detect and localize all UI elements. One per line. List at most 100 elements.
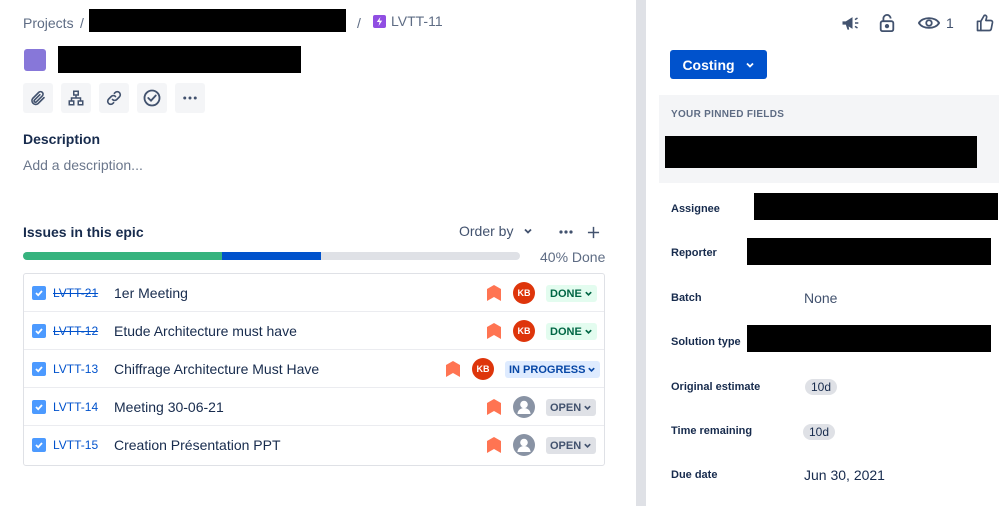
progress-done-segment (23, 252, 222, 260)
restrictions-button[interactable] (878, 12, 896, 34)
issue-view: Projects / / LVTT-11 Description Add a d… (0, 0, 999, 506)
epic-progress-bar (23, 252, 520, 260)
list-item[interactable]: LVTT-15 Creation Présentation PPT OPEN (24, 426, 604, 464)
chevron-down-icon (584, 405, 591, 410)
breadcrumb-separator: / (80, 15, 84, 31)
epic-issue-list: LVTT-21 1er Meeting KB DONE LVTT-12 Etud… (23, 273, 605, 466)
watch-eye-icon (918, 17, 940, 29)
order-by-label: Order by (459, 223, 514, 239)
add-child-issue-button[interactable] (61, 83, 91, 113)
priority-icon (487, 437, 501, 453)
status-label: OPEN (550, 401, 582, 414)
status-transition-button[interactable]: Costing (670, 50, 767, 79)
issue-summary[interactable]: 1er Meeting (114, 285, 188, 301)
epic-issues-header: Issues in this epic Order by (23, 222, 603, 242)
epic-issues-title: Issues in this epic (23, 224, 144, 240)
batch-value[interactable]: None (804, 290, 837, 306)
time-remaining-label: Time remaining (671, 425, 753, 437)
feedback-megaphone-icon (842, 17, 859, 30)
unlock-icon (879, 14, 895, 32)
due-date-label: Due date (671, 469, 718, 481)
panel-resize-handle[interactable] (636, 0, 646, 506)
add-child-issue-button[interactable] (583, 222, 603, 242)
breadcrumb-epic-link[interactable]: LVTT-11 (373, 13, 443, 29)
link-icon (106, 90, 122, 106)
redacted-reporter-value[interactable] (747, 238, 991, 265)
issue-summary[interactable]: Chiffrage Architecture Must Have (114, 361, 319, 377)
original-estimate-value[interactable]: 10d (805, 379, 838, 395)
issue-key-link[interactable]: LVTT-13 (53, 362, 98, 376)
status-dropdown[interactable]: DONE (546, 323, 597, 340)
avatar[interactable]: KB (472, 358, 494, 380)
attachment-icon (31, 90, 45, 106)
status-dropdown[interactable]: OPEN (546, 399, 597, 416)
attach-button[interactable] (23, 83, 53, 113)
epic-more-button[interactable] (556, 222, 576, 242)
list-item[interactable]: LVTT-21 1er Meeting KB DONE (24, 274, 604, 312)
list-item[interactable]: LVTT-12 Etude Architecture must have KB … (24, 312, 604, 350)
status-dropdown[interactable]: OPEN (546, 437, 597, 454)
chevron-down-icon (585, 329, 592, 334)
link-issue-button[interactable] (99, 83, 129, 113)
breadcrumb-separator: / (357, 15, 361, 31)
checklist-button[interactable] (137, 83, 167, 113)
due-date-value[interactable]: Jun 30, 2021 (804, 467, 885, 483)
list-item[interactable]: LVTT-13 Chiffrage Architecture Must Have… (24, 350, 604, 388)
watch-button[interactable]: 1 (918, 12, 954, 34)
like-button[interactable] (975, 12, 995, 34)
redacted-issue-title (58, 46, 301, 73)
list-item[interactable]: LVTT-14 Meeting 30-06-21 OPEN (24, 388, 604, 426)
issue-key-link[interactable]: LVTT-12 (53, 324, 98, 338)
order-by-dropdown[interactable]: Order by (459, 223, 533, 239)
feedback-button[interactable] (840, 12, 860, 34)
more-actions-button[interactable] (175, 83, 205, 113)
priority-icon (446, 361, 460, 377)
issue-details-panel: 1 Costing YOUR PINNED FIELDS Assignee Re… (646, 0, 999, 506)
checkbox-checked-icon (32, 286, 46, 300)
chevron-down-icon (585, 291, 592, 296)
chevron-down-icon (588, 367, 596, 372)
priority-icon (487, 323, 501, 339)
breadcrumb-projects-link[interactable]: Projects (23, 15, 74, 31)
issue-key-link[interactable]: LVTT-14 (53, 400, 98, 414)
more-icon (183, 96, 197, 100)
checklist-icon (143, 89, 161, 107)
description-input[interactable]: Add a description... (23, 157, 143, 173)
redacted-pinned-field (665, 136, 977, 168)
chevron-down-icon (584, 443, 591, 448)
checkbox-checked-icon (32, 362, 46, 376)
status-label: DONE (550, 287, 582, 300)
issue-summary[interactable]: Creation Présentation PPT (114, 437, 281, 453)
priority-icon (487, 399, 501, 415)
checkbox-checked-icon (32, 438, 46, 452)
avatar[interactable]: KB (513, 282, 535, 304)
checkbox-checked-icon (32, 324, 46, 338)
issue-summary[interactable]: Etude Architecture must have (114, 323, 297, 339)
chevron-down-icon (745, 62, 754, 68)
status-label: OPEN (550, 439, 582, 452)
unassigned-avatar-icon[interactable] (513, 396, 535, 418)
watch-count: 1 (946, 15, 954, 31)
reporter-label: Reporter (671, 247, 717, 259)
status-label: IN PROGRESS (509, 363, 586, 376)
redacted-project-name (89, 9, 346, 32)
epic-lightning-icon (373, 14, 386, 28)
issue-key-link[interactable]: LVTT-21 (53, 286, 98, 300)
issue-toolbar (23, 83, 205, 113)
chevron-down-icon (524, 228, 533, 234)
pinned-fields-section: YOUR PINNED FIELDS (659, 95, 999, 183)
issue-summary[interactable]: Meeting 30-06-21 (114, 399, 224, 415)
plus-icon (587, 226, 599, 238)
time-remaining-value[interactable]: 10d (803, 424, 836, 440)
avatar[interactable]: KB (513, 320, 535, 342)
status-dropdown[interactable]: IN PROGRESS (505, 361, 601, 378)
issue-key-link[interactable]: LVTT-15 (53, 438, 98, 452)
like-thumb-icon (976, 14, 994, 32)
child-issue-icon (68, 90, 84, 106)
status-dropdown[interactable]: DONE (546, 285, 597, 302)
more-icon (559, 230, 573, 234)
status-button-label: Costing (682, 56, 735, 73)
redacted-assignee-value[interactable] (754, 193, 998, 220)
unassigned-avatar-icon[interactable] (513, 434, 535, 456)
redacted-solution-type-value[interactable] (747, 325, 991, 352)
